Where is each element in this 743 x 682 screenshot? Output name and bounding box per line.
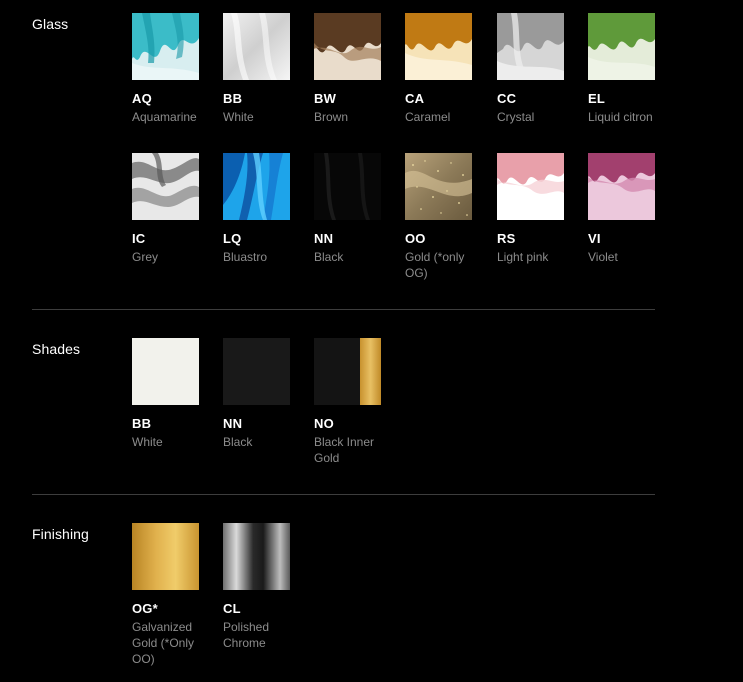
section-divider	[32, 309, 655, 310]
swatch-name: Violet	[588, 250, 618, 264]
swatch-code: CA	[405, 91, 425, 106]
swatch-image	[314, 153, 381, 220]
swatch-name: Galvanized Gold (*Only OO)	[132, 620, 195, 666]
swatch-glass-bb[interactable]: BB White	[223, 13, 291, 125]
swatch-name: Grey	[132, 250, 159, 264]
swatch-shade-bb[interactable]: BB White	[132, 338, 200, 450]
swatch-image	[223, 523, 290, 590]
swatch-code: OG*	[132, 601, 158, 616]
swatch-glass-el[interactable]: EL Liquid citron	[588, 13, 656, 125]
swatch-glass-aq[interactable]: AQ Aquamarine	[132, 13, 200, 125]
swatch-name: Black	[223, 435, 253, 449]
swatch-image	[223, 153, 290, 220]
swatch-code: NN	[314, 231, 334, 246]
swatch-name: Light pink	[497, 250, 549, 264]
swatch-glass-ca[interactable]: CA Caramel	[405, 13, 473, 125]
swatch-shade-no[interactable]: NO Black Inner Gold	[314, 338, 382, 466]
section-divider	[32, 494, 655, 495]
swatch-glass-cc[interactable]: CC Crystal	[497, 13, 565, 125]
swatch-glass-lq[interactable]: LQ Bluastro	[223, 153, 291, 265]
swatch-shade-nn[interactable]: NN Black	[223, 338, 291, 450]
swatch-name: Brown	[314, 110, 349, 124]
swatch-image	[132, 338, 199, 405]
swatch-code: EL	[588, 91, 606, 106]
swatch-image	[497, 153, 564, 220]
swatch-name: Liquid citron	[588, 110, 653, 124]
swatch-image	[314, 338, 381, 405]
swatch-name: Aquamarine	[132, 110, 197, 124]
swatch-image	[132, 153, 199, 220]
swatch-name: White	[223, 110, 254, 124]
swatch-code: LQ	[223, 231, 242, 246]
swatch-glass-vi[interactable]: VI Violet	[588, 153, 656, 265]
swatch-image	[314, 13, 381, 80]
swatch-name: White	[132, 435, 163, 449]
swatch-name: Gold (*only OG)	[405, 250, 465, 280]
swatch-glass-bw[interactable]: BW Brown	[314, 13, 382, 125]
swatch-image	[405, 13, 472, 80]
swatch-image	[588, 13, 655, 80]
swatch-code: BB	[223, 91, 243, 106]
swatch-code: IC	[132, 231, 146, 246]
swatch-code: RS	[497, 231, 516, 246]
finishing-section-title: Finishing	[32, 526, 89, 542]
swatch-name: Caramel	[405, 110, 451, 124]
swatch-glass-rs[interactable]: RS Light pink	[497, 153, 565, 265]
glass-section-title: Glass	[32, 16, 69, 32]
swatch-glass-nn[interactable]: NN Black	[314, 153, 382, 265]
swatch-glass-ic[interactable]: IC Grey	[132, 153, 200, 265]
swatch-code: BW	[314, 91, 337, 106]
swatch-image	[132, 523, 199, 590]
swatch-image	[223, 13, 290, 80]
swatch-image	[588, 153, 655, 220]
swatch-code: CC	[497, 91, 517, 106]
swatch-image	[405, 153, 472, 220]
swatch-code: CL	[223, 601, 241, 616]
swatch-image	[132, 13, 199, 80]
swatch-code: NN	[223, 416, 243, 431]
swatch-name: Bluastro	[223, 250, 268, 264]
swatch-name: Crystal	[497, 110, 535, 124]
swatch-image	[497, 13, 564, 80]
swatch-code: BB	[132, 416, 152, 431]
swatch-glass-oo[interactable]: OO Gold (*only OG)	[405, 153, 473, 281]
swatch-finishing-cl[interactable]: CL Polished Chrome	[223, 523, 291, 651]
swatch-name: Black	[314, 250, 344, 264]
swatch-code: AQ	[132, 91, 152, 106]
shades-section-title: Shades	[32, 341, 81, 357]
swatch-image	[223, 338, 290, 405]
swatch-name: Black Inner Gold	[314, 435, 375, 465]
swatch-code: OO	[405, 231, 426, 246]
swatch-finishing-og[interactable]: OG* Galvanized Gold (*Only OO)	[132, 523, 200, 667]
swatch-name: Polished Chrome	[223, 620, 270, 650]
swatch-code: VI	[588, 231, 601, 246]
swatch-code: NO	[314, 416, 334, 431]
